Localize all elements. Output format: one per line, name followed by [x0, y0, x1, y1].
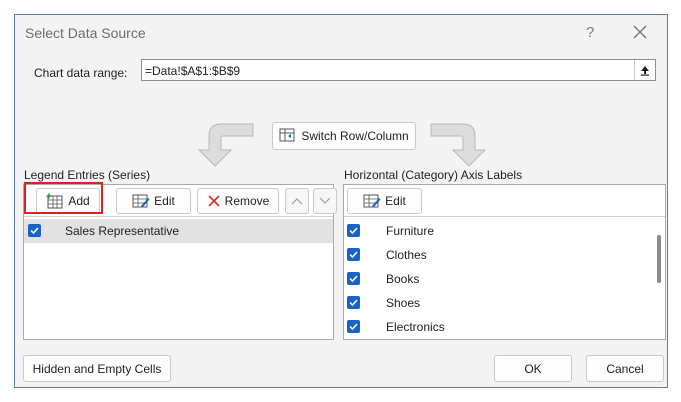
- axis-item-label: Clothes: [386, 248, 427, 262]
- switch-row-column-label: Switch Row/Column: [301, 129, 409, 143]
- axis-item-label: Books: [386, 272, 420, 286]
- series-name: Sales Representative: [65, 224, 180, 238]
- checkmark-icon: [349, 299, 358, 307]
- add-series-button[interactable]: Add: [36, 188, 100, 214]
- legend-toolbar: Add Edit Remove: [24, 185, 337, 217]
- axis-item-label: Electronics: [386, 320, 445, 334]
- axis-list-item[interactable]: Books: [344, 267, 644, 291]
- axis-item-label: Shoes: [386, 296, 421, 310]
- axis-scrollbar[interactable]: [653, 219, 663, 337]
- chart-data-range-input[interactable]: =Data!$A$1:$B$9: [141, 59, 656, 81]
- axis-item-checkbox[interactable]: [347, 224, 360, 237]
- cancel-button[interactable]: Cancel: [586, 355, 664, 382]
- checkmark-icon: [349, 275, 358, 283]
- ok-button[interactable]: OK: [494, 355, 572, 382]
- chevron-up-icon: [291, 198, 303, 205]
- axis-toolbar: Edit: [344, 185, 665, 217]
- series-list-item[interactable]: Sales Representative: [24, 219, 333, 243]
- remove-series-button[interactable]: Remove: [197, 188, 279, 214]
- close-icon[interactable]: [630, 22, 650, 42]
- chart-data-range-value: =Data!$A$1:$B$9: [145, 64, 241, 78]
- help-button[interactable]: ?: [586, 24, 594, 41]
- select-data-source-dialog: Select Data Source ? Chart data range: =…: [14, 14, 668, 388]
- move-down-button[interactable]: [313, 188, 337, 214]
- hidden-empty-cells-button[interactable]: Hidden and Empty Cells: [23, 355, 171, 382]
- checkmark-icon: [349, 251, 358, 259]
- edit-label: Edit: [154, 194, 175, 208]
- title-bar: Select Data Source ?: [15, 15, 667, 53]
- legend-entries-panel: Add Edit Remove Sales Representative: [23, 184, 337, 340]
- switch-right-arrow-icon: [429, 120, 491, 171]
- move-up-button[interactable]: [285, 188, 309, 214]
- add-label: Add: [68, 194, 90, 208]
- axis-item-checkbox[interactable]: [347, 320, 360, 333]
- checkmark-icon: [349, 323, 358, 331]
- axis-item-label: Furniture: [386, 224, 435, 238]
- axis-item-checkbox[interactable]: [347, 296, 360, 309]
- axis-edit-label: Edit: [385, 194, 406, 208]
- axis-list-item[interactable]: Electronics: [344, 315, 644, 339]
- legend-entries-label: Legend Entries (Series): [24, 168, 151, 182]
- scrollbar-thumb[interactable]: [657, 235, 661, 283]
- chevron-down-icon: [319, 197, 331, 204]
- axis-labels-panel: Edit Furniture Clothes Books Shoes Elect…: [343, 184, 666, 340]
- axis-item-checkbox[interactable]: [347, 272, 360, 285]
- collapse-arrow-icon: [641, 66, 649, 76]
- checkmark-icon: [349, 227, 358, 235]
- remove-label: Remove: [224, 194, 270, 208]
- axis-item-checkbox[interactable]: [347, 248, 360, 261]
- checkmark-icon: [30, 227, 39, 235]
- edit-axis-labels-button[interactable]: Edit: [347, 188, 422, 214]
- remove-x-icon: [208, 195, 220, 207]
- switch-row-column-button[interactable]: Switch Row/Column: [272, 122, 416, 150]
- edit-table-icon: [363, 194, 381, 208]
- series-checkbox[interactable]: [28, 224, 41, 237]
- switch-row-column-icon: [279, 128, 295, 142]
- switch-left-arrow-icon: [193, 120, 255, 171]
- edit-table-icon: [132, 194, 150, 208]
- chart-data-range-label: Chart data range:: [34, 66, 128, 80]
- dialog-title: Select Data Source: [25, 25, 146, 41]
- axis-labels-label: Horizontal (Category) Axis Labels: [344, 168, 523, 182]
- axis-list-item[interactable]: Furniture: [344, 219, 644, 243]
- axis-list-item[interactable]: Shoes: [344, 291, 644, 315]
- axis-list-item[interactable]: Clothes: [344, 243, 644, 267]
- collapse-range-button[interactable]: [634, 60, 655, 80]
- add-table-icon: [46, 193, 63, 209]
- edit-series-button[interactable]: Edit: [116, 188, 191, 214]
